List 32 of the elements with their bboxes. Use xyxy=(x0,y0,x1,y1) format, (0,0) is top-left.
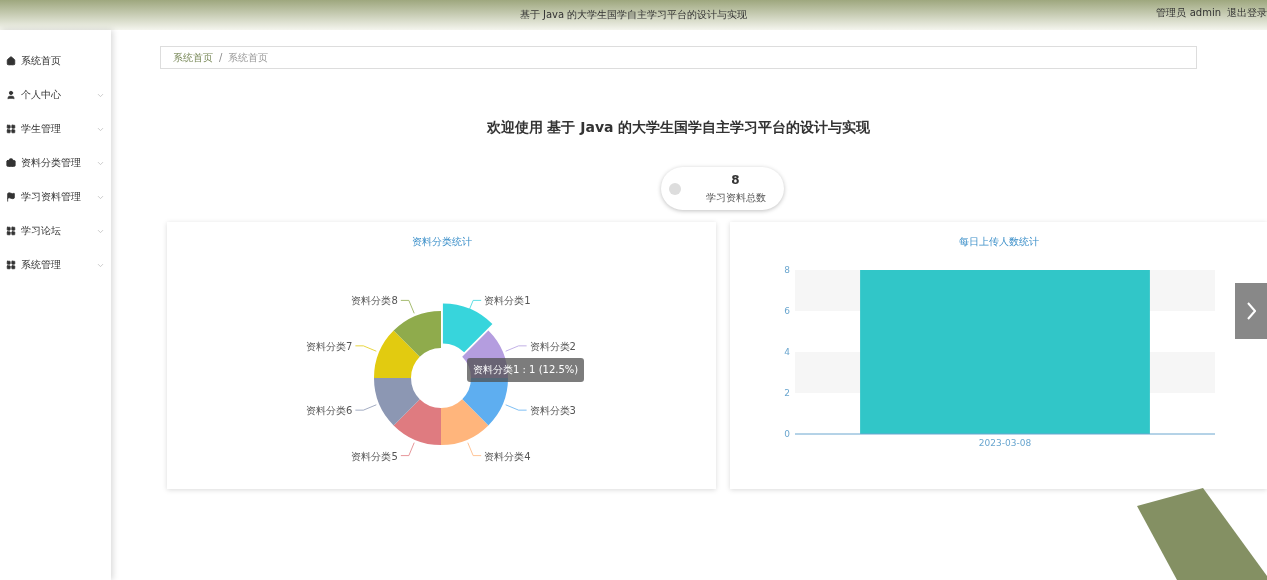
slice-label: 资料分类6 xyxy=(306,405,353,417)
slice-label: 资料分类8 xyxy=(351,295,398,307)
stat-value: 8 xyxy=(731,172,740,187)
welcome-heading: 欢迎使用 基于 Java 的大学生国学自主学习平台的设计与实现 xyxy=(485,119,872,137)
sidebar-item[interactable]: 学习资料管理 xyxy=(0,180,111,214)
logout-link[interactable]: 退出登录 xyxy=(1227,6,1267,20)
slice-label: 资料分类1 xyxy=(484,295,531,307)
user-label: 管理员 admin xyxy=(1156,6,1221,20)
axis-tick-label: 8 xyxy=(784,265,790,275)
sidebar-item[interactable]: 资料分类管理 xyxy=(0,146,111,180)
slice-label: 资料分类3 xyxy=(529,405,576,417)
stat-label: 学习资料总数 xyxy=(705,190,766,205)
breadcrumb-separator: / xyxy=(219,52,223,63)
slice-label: 资料分类5 xyxy=(351,450,398,462)
chart-tooltip: 资料分类1 : 1 (12.5%) xyxy=(467,358,585,382)
sidebar-item[interactable]: 学习论坛 xyxy=(0,214,111,248)
slice-label: 资料分类7 xyxy=(306,340,353,352)
axis-tick-label: 0 xyxy=(784,429,790,439)
axis-category-label: 2023-03-08 xyxy=(978,438,1032,448)
breadcrumb-link[interactable]: 系统首页 xyxy=(173,50,213,65)
axis-tick-label: 6 xyxy=(784,306,790,316)
chart-title: 每日上传人数统计 xyxy=(958,235,1039,249)
sidebar-item[interactable]: 个人中心 xyxy=(0,78,111,112)
sidebar-item[interactable]: 学生管理 xyxy=(0,112,111,146)
slice-label: 资料分类4 xyxy=(484,450,531,462)
slice-label: 资料分类2 xyxy=(529,340,576,352)
axis-tick-label: 2 xyxy=(784,388,790,398)
axis-tick-label: 4 xyxy=(784,347,790,357)
sidebar-item[interactable]: 系统首页 xyxy=(0,44,111,78)
sidebar-item[interactable]: 系统管理 xyxy=(0,248,111,282)
app-title: 基于 Java 的大学生国学自主学习平台的设计与实现 xyxy=(519,8,748,22)
chart-title: 资料分类统计 xyxy=(411,235,472,249)
